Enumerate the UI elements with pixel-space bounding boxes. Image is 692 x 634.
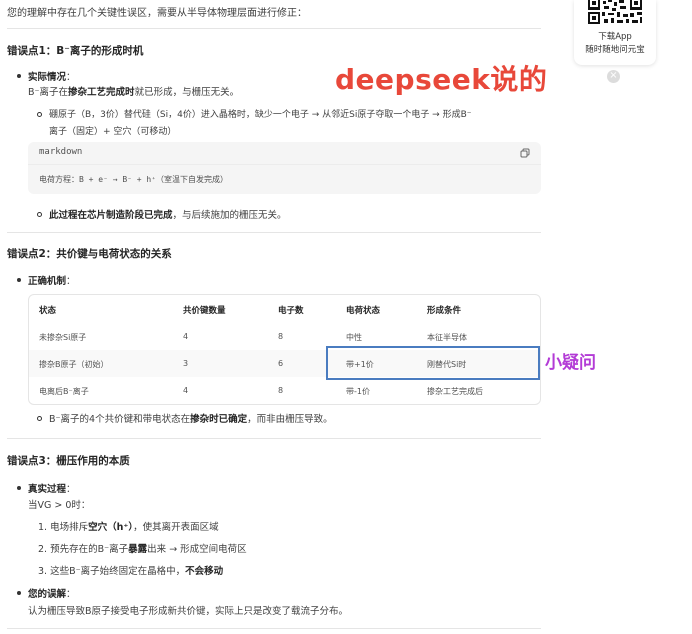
- step-bold: 暴露: [128, 544, 148, 555]
- bullet-dot: [17, 278, 21, 282]
- s3-step-2: 2. 预先存在的B⁻离子暴露出来 → 形成空间电荷区: [38, 541, 247, 555]
- table-cell: 4: [183, 386, 189, 395]
- step-bold: 空穴（h⁺）: [88, 522, 134, 533]
- s1-sub1-line2: 离子（固定）+ 空穴（可移动）: [49, 127, 177, 137]
- step-post: ，使其离开表面区域: [133, 522, 219, 533]
- section-3-title: 错误点3：栅压作用的本质: [7, 455, 130, 467]
- s3-bullet1-colon: ：: [66, 484, 76, 495]
- divider: [7, 438, 541, 439]
- s2-sub-pre: B⁻离子的4个共价键和带电状态在: [49, 414, 191, 425]
- s1-line1-bold: 掺杂工艺完成时: [68, 87, 135, 98]
- step-number: 1.: [38, 522, 48, 533]
- s3-condition: 当VG > 0时：: [28, 500, 91, 511]
- table-cell: 6: [278, 359, 284, 368]
- s1-line1-pre: B⁻离子在: [28, 87, 69, 98]
- table-cell: 4: [183, 332, 189, 341]
- bullet-dot: [17, 486, 21, 490]
- bullet-dot: [17, 74, 21, 78]
- step-post: 出来 → 形成空间电荷区: [147, 544, 247, 555]
- table-cell: 3: [183, 359, 189, 368]
- s3-bullet2: 您的误解：: [28, 586, 76, 600]
- s3-bullet1: 真实过程：: [28, 481, 76, 495]
- s3-step-3: 3. 这些B⁻离子始终固定在晶格中，不会移动: [38, 563, 223, 577]
- s1-sub2: 此过程在芯片制造阶段已完成，与后续施加的栅压无关。: [49, 207, 287, 221]
- side-note-annotation: 小疑问: [545, 353, 596, 373]
- s2-bullet1: 正确机制：: [28, 273, 76, 287]
- bullet-dot: [17, 591, 21, 595]
- table-cell: 中性: [346, 333, 362, 342]
- table-header-row: 状态 共价键数量 电子数 电荷状态 形成条件: [29, 295, 540, 323]
- s2-sub: B⁻离子的4个共价键和带电状态在掺杂时已确定，而非由栅压导致。: [49, 411, 333, 425]
- s2-bullet1-label: 正确机制: [28, 276, 67, 287]
- copy-icon[interactable]: [520, 148, 530, 158]
- table-header-cell: 电子数: [278, 306, 304, 316]
- s3-bullet2-label: 您的误解: [28, 589, 67, 600]
- s2-sub-post: ，而非由栅压导致。: [247, 414, 333, 425]
- close-icon: ×: [609, 70, 618, 81]
- s3-step-1: 1. 电场排斥空穴（h⁺），使其离开表面区域: [38, 519, 219, 533]
- code-lang-label: markdown: [39, 147, 83, 157]
- qr-code-icon: [582, 0, 648, 24]
- s2-bullet1-colon: ：: [66, 276, 76, 287]
- code-divider: [28, 164, 541, 165]
- sub-bullet-circle: [37, 416, 42, 421]
- step-pre: 这些B⁻离子始终固定在晶格中，: [50, 566, 186, 577]
- s1-sub2-post: ，与后续施加的栅压无关。: [172, 210, 287, 221]
- sub-bullet-circle: [37, 112, 42, 117]
- section-1-title: 错误点1：B⁻离子的形成时机: [7, 45, 144, 57]
- table-cell: 本征半导体: [427, 333, 467, 342]
- s1-bullet1-colon: ：: [66, 72, 76, 83]
- deepseek-annotation: deepseek说的: [335, 63, 548, 96]
- intro-text: 您的理解中存在几个关键性误区，需要从半导体物理层面进行修正：: [7, 8, 307, 19]
- s1-line1: B⁻离子在掺杂工艺完成时就已形成，与栅压无关。: [28, 84, 239, 98]
- step-pre: 预先存在的B⁻离子: [50, 544, 129, 555]
- table-header-cell: 形成条件: [427, 306, 462, 316]
- close-card-button[interactable]: ×: [607, 70, 620, 83]
- s1-sub2-bold: 此过程在芯片制造阶段已完成: [49, 210, 173, 221]
- s3-bullet2-text: 认为栅压导致B原子接受电子形成新共价键，实际上只是改变了载流子分布。: [28, 606, 349, 617]
- s1-bullet1: 实际情况：: [28, 69, 76, 83]
- table-cell: 带-1价: [346, 387, 370, 396]
- table-row: 电离后B⁻离子 4 8 带-1价 掺杂工艺完成后: [29, 377, 540, 404]
- step-number: 2.: [38, 544, 48, 555]
- table-cell: 未掺杂Si原子: [39, 333, 87, 342]
- s2-sub-bold: 掺杂时已确定: [190, 414, 248, 425]
- table-header-cell: 电荷状态: [346, 306, 381, 316]
- s1-sub1-line1: 硼原子（B，3价）替代硅（Si，4价）进入晶格时，缺少一个电子 → 从邻近Si原…: [49, 110, 472, 120]
- table-header-cell: 状态: [39, 306, 57, 316]
- section-2-title: 错误点2：共价键与电荷状态的关系: [7, 248, 172, 260]
- step-bold: 不会移动: [185, 566, 224, 577]
- sub-bullet-circle: [37, 212, 42, 217]
- step-pre: 电场排斥: [50, 522, 89, 533]
- table-cell: 掺杂B原子（初始）: [39, 360, 109, 369]
- table-header-cell: 共价键数量: [183, 306, 226, 316]
- download-app-sublabel: 随时随地问元宝: [585, 45, 645, 55]
- table-cell: 掺杂工艺完成后: [427, 387, 483, 396]
- table-cell: 8: [278, 332, 284, 341]
- step-number: 3.: [38, 566, 48, 577]
- table-cell: 电离后B⁻离子: [39, 387, 89, 396]
- divider: [7, 28, 541, 29]
- highlight-box: [326, 346, 540, 380]
- code-block: markdown 电荷方程：B + e⁻ → B⁻ + h⁺（室温下自发完成）: [28, 142, 541, 194]
- s1-line1-post: 就已形成，与栅压无关。: [134, 87, 240, 98]
- divider: [7, 628, 541, 629]
- s3-bullet2-colon: ：: [66, 589, 76, 600]
- download-app-label: 下载App: [598, 32, 632, 42]
- s1-bullet1-label: 实际情况: [28, 72, 67, 83]
- app-download-card[interactable]: 下载App 随时随地问元宝: [574, 0, 656, 65]
- s3-bullet1-label: 真实过程: [28, 484, 67, 495]
- divider: [7, 232, 541, 233]
- table-cell: 8: [278, 386, 284, 395]
- code-content: 电荷方程：B + e⁻ → B⁻ + h⁺（室温下自发完成）: [39, 175, 229, 184]
